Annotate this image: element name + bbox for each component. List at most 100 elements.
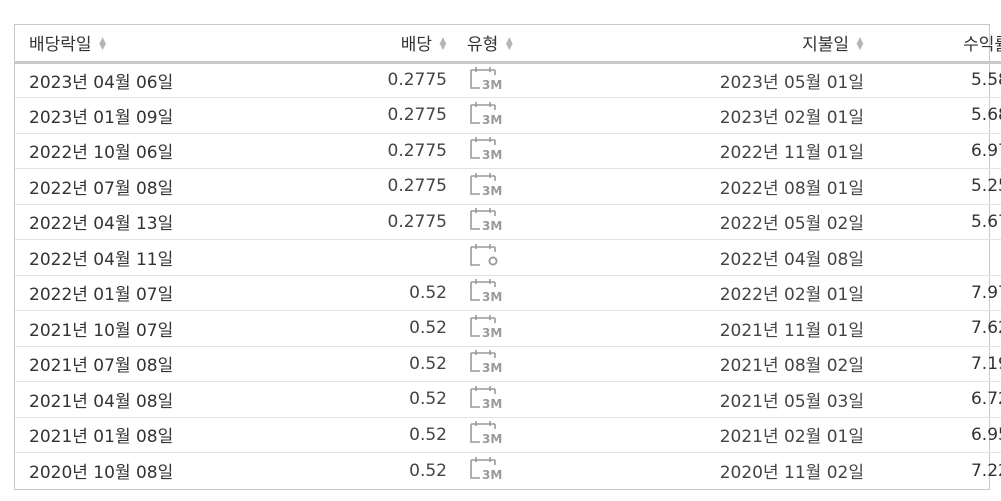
ex-date-cell: 2021년 07월 08일 (15, 346, 284, 382)
sort-icon[interactable]: ▲ ▼ (439, 37, 447, 52)
svg-text:3M: 3M (482, 361, 502, 373)
calendar-icon: 3M (469, 456, 503, 485)
pay-date-cell: 2021년 02월 01일 (582, 417, 864, 453)
pay-date-cell: 2022년 02월 01일 (582, 275, 864, 311)
ex-date-cell: 2022년 07월 08일 (15, 168, 284, 205)
yield-cell: 5.68% (864, 97, 1001, 134)
ex-date-cell: 2023년 01월 09일 (15, 97, 284, 134)
yield-cell: 6.95% (864, 417, 1001, 453)
svg-text:3M: 3M (482, 290, 502, 302)
sort-icon[interactable]: ▲ ▼ (856, 37, 864, 52)
sort-icon[interactable]: ▲ ▼ (99, 37, 107, 52)
dividend-cell: 0.52 (284, 275, 447, 311)
type-cell: 3M (447, 204, 582, 240)
svg-text:3M: 3M (482, 148, 502, 160)
table-header: 배당락일 ▲▼ 배당 ▲▼ 유형 ▲▼ 지불일 ▲▼ 수익률▲▼ (15, 25, 1001, 64)
pay-date-cell: 2021년 05월 03일 (582, 381, 864, 418)
calendar-icon: 3M (469, 66, 503, 95)
ex-date-cell: 2020년 10월 08일 (29, 463, 174, 483)
calendar-icon: 3M (469, 172, 503, 201)
calendar-icon (469, 243, 503, 272)
dividend-cell: 0.2775 (284, 168, 447, 205)
dividend-cell: 0.52 (284, 417, 447, 453)
ex-date-cell: 2023년 04월 06일 (15, 62, 284, 98)
calendar-icon: 3M (469, 101, 503, 130)
pay-date-cell: 2023년 05월 01일 (582, 62, 864, 98)
table-row: 2021년 01월 08일 0.52 3M 2021년 02월 01일 6.95… (15, 417, 1001, 453)
ex-date-cell: 2021년 04월 08일 (15, 381, 284, 418)
pay-date-cell: 2023년 02월 01일 (582, 97, 864, 134)
yield-cell: - (864, 239, 1001, 276)
dividend-cell: 0.2775 (284, 62, 447, 98)
table-body: 2023년 04월 06일 0.2775 3M 2023년 05월 01일 5.… (15, 62, 1001, 488)
header-type[interactable]: 유형 ▲ ▼ (447, 25, 582, 64)
yield-cell: 7.62% (864, 310, 1001, 347)
dividend-cell: 0.52 (409, 460, 447, 481)
ex-date-cell: 2022년 04월 11일 (15, 239, 284, 276)
table-row: 2021년 10월 07일 0.52 3M 2021년 11월 01일 7.62… (15, 310, 1001, 347)
type-cell: 3M (447, 310, 582, 347)
header-row: 배당락일 ▲▼ 배당 ▲▼ 유형 ▲▼ 지불일 ▲▼ 수익률▲▼ (15, 25, 1001, 64)
dividend-history-table: 배당락일 ▲▼ 배당 ▲▼ 유형 ▲▼ 지불일 ▲▼ 수익률▲▼ 2023년 04월 0… (15, 25, 1001, 488)
calendar-icon: 3M (469, 314, 503, 343)
yield-cell: 7.19% (864, 346, 1001, 382)
type-cell: 3M (447, 453, 582, 489)
ex-date-cell: 2022년 10월 06일 (15, 133, 284, 169)
dividend-cell: 0.52 (284, 381, 447, 418)
header-dividend[interactable]: 배당 ▲ ▼ (284, 25, 447, 64)
type-cell: 3M (447, 62, 582, 98)
calendar-icon: 3M (469, 349, 503, 378)
table-row: 2020년 10월 08일 0.52 3M 2020년 11월 02일 7.22… (15, 453, 1001, 489)
table-row: 2022년 01월 07일 0.52 3M 2022년 02월 01일 7.97… (15, 275, 1001, 311)
yield-cell: 7.97% (864, 275, 1001, 311)
dividend-cell: 0.52 (284, 310, 447, 347)
type-cell: 3M (447, 417, 582, 453)
header-pay-date[interactable]: 지불일 ▲ ▼ (582, 25, 864, 64)
ex-date-cell: 2022년 01월 07일 (15, 275, 284, 311)
svg-text:3M: 3M (482, 219, 502, 231)
header-ex-date-label: 배당락일 (29, 35, 92, 56)
header-type-label: 유형 (467, 35, 499, 56)
type-cell: 3M (447, 275, 582, 311)
dividend-cell: 0.52 (284, 346, 447, 382)
type-cell: 3M (447, 381, 582, 418)
pay-date-cell: 2021년 08월 02일 (582, 346, 864, 382)
dividend-cell: 0.2775 (284, 133, 447, 169)
calendar-icon: 3M (469, 136, 503, 165)
type-cell: 3M (447, 97, 582, 134)
table-row: 2022년 04월 13일 0.2775 3M 2022년 05월 02일 5.… (15, 204, 1001, 240)
pay-date-cell: 2022년 08월 01일 (582, 168, 864, 205)
type-cell: 3M (447, 168, 582, 205)
ex-date-cell: 2022년 04월 13일 (15, 204, 284, 240)
header-ex-date[interactable]: 배당락일 ▲ ▼ (15, 25, 284, 64)
dividend-history-table-container: 배당락일 ▲▼ 배당 ▲▼ 유형 ▲▼ 지불일 ▲▼ 수익률▲▼ 2023년 04월 0… (14, 24, 1001, 490)
pay-date-cell: 2022년 05월 02일 (582, 204, 864, 240)
yield-cell: 5.25% (864, 168, 1001, 205)
calendar-icon: 3M (469, 385, 503, 414)
dividend-cell: 0.2775 (284, 97, 447, 134)
yield-cell: 6.72% (864, 381, 1001, 418)
pay-date-cell: 2022년 11월 01일 (582, 133, 864, 169)
sort-icon[interactable]: ▲ ▼ (505, 37, 513, 52)
svg-text:3M: 3M (482, 184, 502, 196)
header-pay-date-label: 지불일 (802, 35, 849, 56)
table-row: 2022년 07월 08일 0.2775 3M 2022년 08월 01일 5.… (15, 168, 1001, 205)
svg-text:3M: 3M (482, 78, 502, 90)
table-row: 2021년 07월 08일 0.52 3M 2021년 08월 02일 7.19… (15, 346, 1001, 382)
ex-date-cell: 2021년 10월 07일 (15, 310, 284, 347)
header-dividend-label: 배당 (400, 35, 432, 56)
svg-text:3M: 3M (482, 468, 502, 480)
svg-text:3M: 3M (482, 113, 502, 125)
header-yield-label: 수익률 (963, 35, 1001, 56)
svg-text:3M: 3M (482, 326, 502, 338)
table-row: 2021년 04월 08일 0.52 3M 2021년 05월 03일 6.72… (15, 381, 1001, 418)
svg-text:3M: 3M (482, 397, 502, 409)
pay-date-cell: 2021년 11월 01일 (582, 310, 864, 347)
ex-date-cell: 2021년 01월 08일 (15, 417, 284, 453)
type-cell: 3M (447, 346, 582, 382)
yield-cell: 5.67% (864, 204, 1001, 240)
type-cell (447, 239, 582, 276)
pay-date-cell: 2022년 04월 08일 (582, 239, 864, 276)
yield-cell: 5.58% (864, 62, 1001, 98)
header-yield[interactable]: 수익률▲▼ (864, 25, 1001, 64)
